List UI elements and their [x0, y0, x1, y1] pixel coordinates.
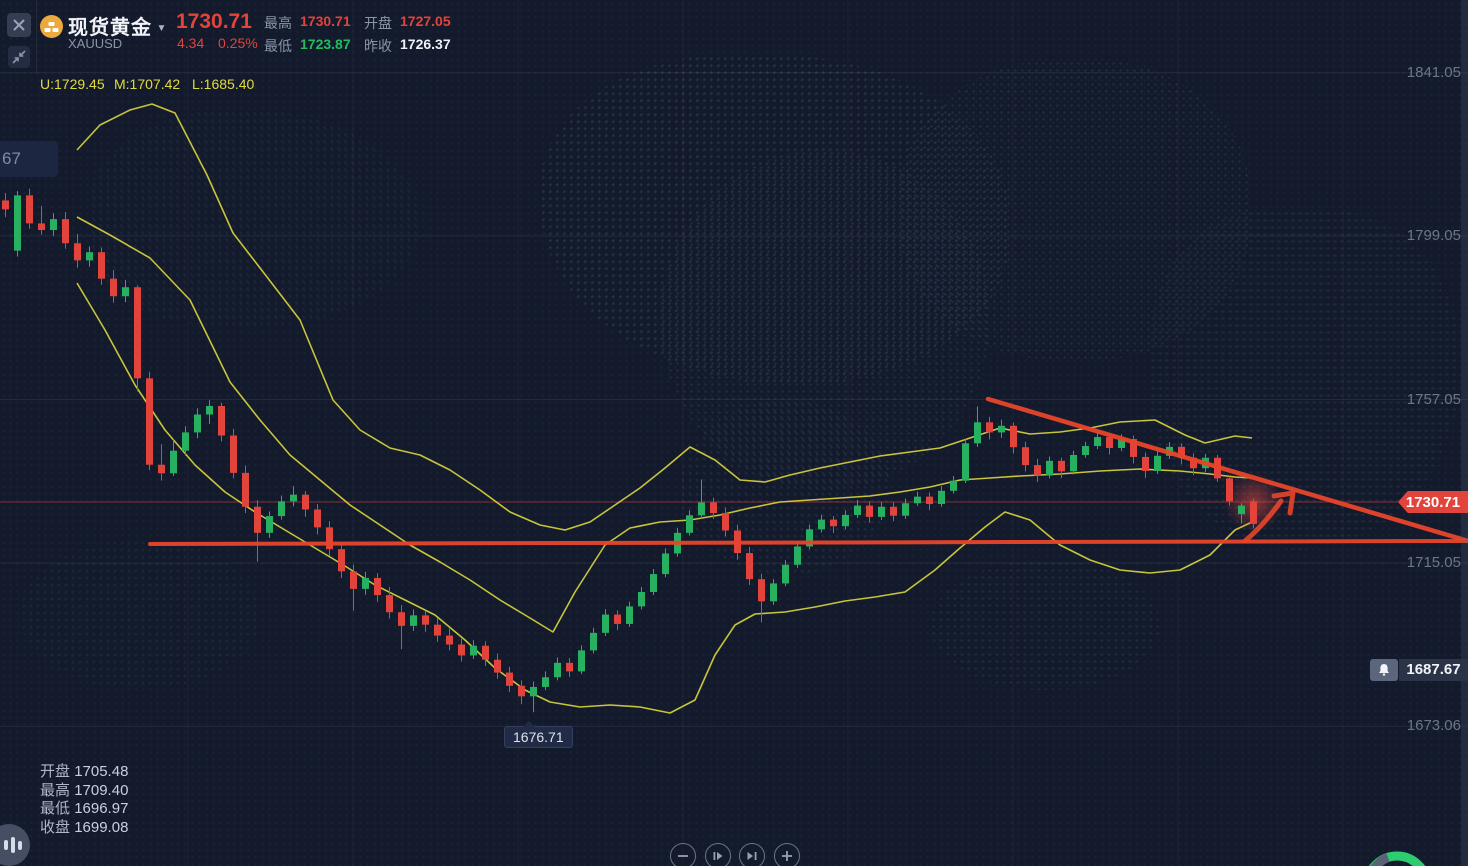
low-price-tooltip: 1676.71 [504, 721, 573, 748]
y-axis-label: 1757.05 [1406, 390, 1461, 408]
y-axis-label: 1715.05 [1406, 553, 1461, 571]
candlestick-icon [4, 837, 22, 853]
plus-icon [782, 851, 792, 861]
stat-high-value: 1730.71 [300, 13, 351, 29]
ohlc-low-value: 1696.97 [74, 800, 129, 817]
ohlc-high-value: 1709.40 [74, 781, 129, 799]
price-change: 4.34 [177, 35, 205, 51]
boll-lower-value: L:1685.40 [192, 76, 255, 92]
left-partial-price-label: 67 [0, 141, 58, 177]
ohlc-open-label: 开盘 [40, 763, 71, 780]
zoom-out-button[interactable] [670, 843, 696, 866]
collapse-arrows-icon [12, 50, 26, 64]
ohlc-tooltip: 开盘 1705.48 最高 1709.40 最低 1696.97 收盘 1699… [40, 763, 128, 837]
stat-open-value: 1727.05 [400, 13, 451, 29]
ohlc-low-label: 最低 [40, 800, 71, 817]
boll-middle-value: M:1707.42 [114, 76, 181, 92]
chevron-down-icon[interactable]: ▼ [156, 23, 166, 34]
ohlc-high-label: 最高 [40, 781, 71, 799]
minus-icon [678, 855, 688, 857]
skip-end-icon [747, 852, 757, 860]
candlestick-chart[interactable] [0, 0, 1468, 866]
gold-bars-icon [44, 21, 59, 32]
skip-end-button[interactable] [739, 843, 765, 866]
ohlc-close-label: 收盘 [40, 818, 71, 836]
trading-chart-window: 现货黄金 ▼ XAUUSD 1730.71 4.34 0.25% 最高 1730… [0, 0, 1468, 866]
stat-prevclose-label: 昨收 [364, 38, 392, 54]
ohlc-close-value: 1699.08 [74, 818, 129, 836]
alert-price-value: 1687.67 [1399, 658, 1468, 681]
bell-icon [1379, 664, 1389, 676]
right-scrollbar[interactable] [1461, 0, 1468, 866]
current-price-tag: 1730.71 [1398, 491, 1468, 514]
skip-start-icon [713, 852, 723, 860]
collapse-button[interactable] [8, 46, 30, 68]
boll-upper-value: U:1729.45 [40, 76, 105, 92]
close-icon [13, 19, 25, 31]
close-button[interactable] [7, 13, 31, 37]
y-axis-label: 1841.05 [1406, 63, 1461, 81]
instrument-icon [40, 15, 63, 38]
y-axis-label: 1799.05 [1406, 227, 1461, 245]
last-price: 1730.71 [176, 10, 252, 33]
zoom-in-button[interactable] [774, 843, 800, 866]
stat-high-label: 最高 [264, 15, 292, 31]
ohlc-open-value: 1705.48 [74, 763, 129, 780]
instrument-symbol: XAUUSD [68, 36, 123, 51]
toolbar-separator [36, 0, 37, 74]
stat-low-value: 1723.87 [300, 36, 351, 52]
stat-open-label: 开盘 [364, 15, 392, 31]
sentiment-gauge[interactable] [1358, 850, 1438, 866]
stat-prevclose-value: 1726.37 [400, 36, 451, 52]
y-axis-label: 1673.06 [1406, 717, 1461, 735]
alert-marker[interactable] [1370, 658, 1398, 681]
skip-start-button[interactable] [705, 843, 731, 866]
stat-low-label: 最低 [264, 38, 292, 54]
price-change-percent: 0.25% [218, 35, 258, 51]
